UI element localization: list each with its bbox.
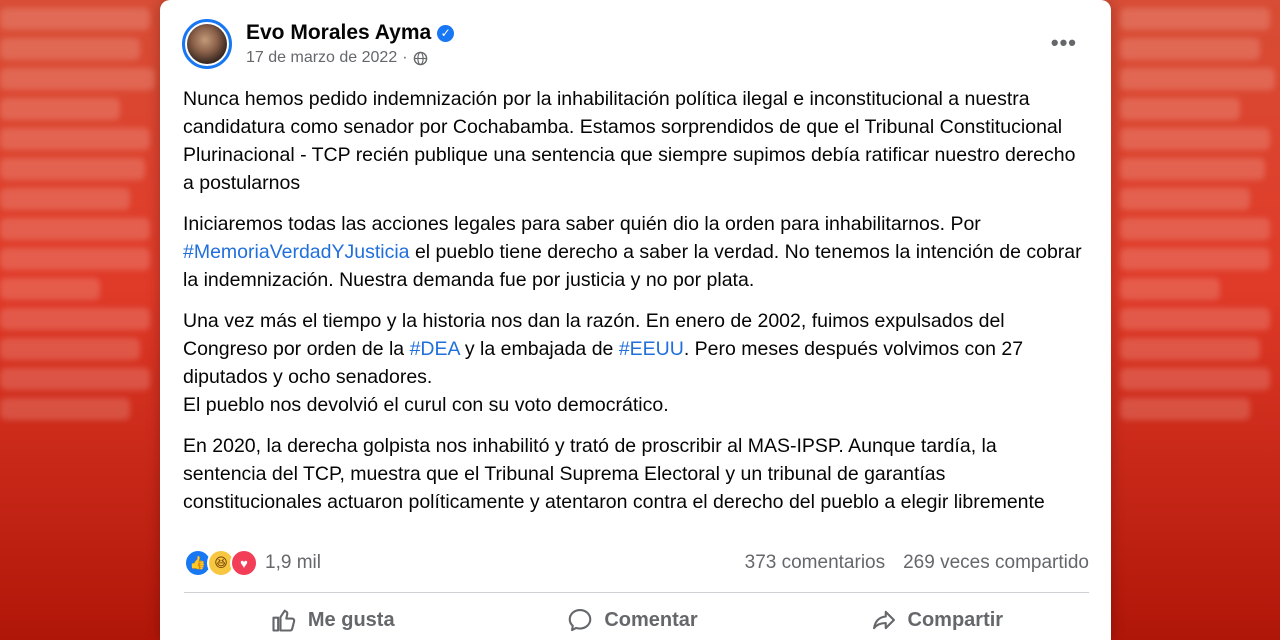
thumbs-up-icon bbox=[272, 609, 296, 632]
author-block: Evo Morales Ayma ✓ 17 de marzo de 2022 · bbox=[246, 21, 455, 67]
author-row: Evo Morales Ayma ✓ bbox=[246, 21, 455, 45]
share-button[interactable]: Compartir bbox=[870, 606, 1004, 634]
comment-button-label: Comentar bbox=[604, 608, 698, 631]
share-arrow-icon bbox=[872, 610, 895, 630]
hashtag-link[interactable]: #MemoriaVerdadYJusticia bbox=[183, 241, 410, 263]
background-right-blurred bbox=[1120, 0, 1280, 640]
reactions-summary[interactable]: 👍 😆 ♥ 1,9 mil bbox=[184, 549, 321, 577]
background-left-blurred bbox=[0, 0, 160, 640]
share-count[interactable]: 269 veces compartido bbox=[903, 552, 1089, 574]
post-paragraph: Nunca hemos pedido indemnización por la … bbox=[183, 85, 1083, 197]
post-paragraph: En 2020, la derecha golpista nos inhabil… bbox=[183, 432, 1083, 516]
post-date[interactable]: 17 de marzo de 2022 bbox=[246, 49, 397, 67]
hashtag-link[interactable]: #EEUU bbox=[619, 338, 684, 360]
post-text-segment: En 2020, la derecha golpista nos inhabil… bbox=[183, 435, 1045, 513]
comment-bubble-icon bbox=[569, 609, 592, 632]
avatar[interactable] bbox=[182, 19, 232, 69]
comment-count[interactable]: 373 comentarios bbox=[745, 552, 885, 574]
like-button[interactable]: Me gusta bbox=[270, 606, 395, 634]
author-name[interactable]: Evo Morales Ayma bbox=[246, 21, 431, 45]
share-button-label: Compartir bbox=[907, 608, 1004, 631]
like-button-label: Me gusta bbox=[307, 608, 395, 631]
post-header: Evo Morales Ayma ✓ 17 de marzo de 2022 · bbox=[182, 16, 455, 72]
comment-button[interactable]: Comentar bbox=[566, 606, 698, 634]
reaction-count[interactable]: 1,9 mil bbox=[265, 552, 321, 574]
avatar-photo bbox=[187, 24, 227, 64]
love-reaction-icon: ♥ bbox=[230, 549, 258, 577]
post-paragraph: Iniciaremos todas las acciones legales p… bbox=[183, 210, 1083, 294]
globe-icon bbox=[413, 51, 427, 65]
post-card: Evo Morales Ayma ✓ 17 de marzo de 2022 ·… bbox=[160, 0, 1111, 640]
verified-badge-icon: ✓ bbox=[437, 24, 455, 42]
engagement-counts: 373 comentarios 269 veces compartido bbox=[745, 552, 1089, 574]
post-stats: 👍 😆 ♥ 1,9 mil 373 comentarios 269 veces … bbox=[184, 546, 1089, 580]
post-text-segment: Iniciaremos todas las acciones legales p… bbox=[183, 213, 981, 235]
post-text-segment: y la embajada de bbox=[459, 338, 619, 360]
more-horizontal-icon[interactable]: ••• bbox=[1051, 30, 1077, 56]
post-meta: 17 de marzo de 2022 · bbox=[246, 49, 454, 67]
action-bar: Me gusta Comentar Compartir bbox=[184, 600, 1089, 640]
post-text-segment: Nunca hemos pedido indemnización por la … bbox=[183, 88, 1076, 194]
post-text-segment: El pueblo nos devolvió el curul con su v… bbox=[183, 394, 669, 416]
post-text: Nunca hemos pedido indemnización por la … bbox=[183, 85, 1083, 529]
meta-separator: · bbox=[402, 49, 408, 66]
post-paragraph: Una vez más el tiempo y la historia nos … bbox=[183, 307, 1083, 419]
divider bbox=[184, 592, 1089, 593]
hashtag-link[interactable]: #DEA bbox=[410, 338, 460, 360]
